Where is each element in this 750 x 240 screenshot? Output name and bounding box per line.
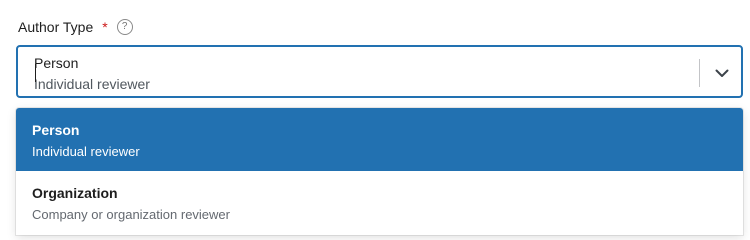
dropdown-menu: Person Individual reviewer Organization …	[16, 108, 743, 235]
dropdown-toggle-button[interactable]	[706, 55, 738, 91]
chevron-down-icon	[715, 69, 729, 77]
option-person[interactable]: Person Individual reviewer	[16, 108, 743, 171]
option-title: Organization	[32, 185, 118, 201]
option-title: Person	[32, 122, 80, 138]
indicator-separator	[699, 59, 700, 87]
author-type-label-row: Author Type * ?	[18, 17, 133, 37]
option-description: Company or organization reviewer	[32, 207, 230, 222]
text-caret	[35, 64, 36, 82]
selected-title: Person	[34, 55, 79, 71]
option-description: Individual reviewer	[32, 144, 140, 159]
required-asterisk: *	[102, 19, 108, 35]
option-organization[interactable]: Organization Company or organization rev…	[16, 171, 743, 235]
author-type-select[interactable]: Person Individual reviewer	[16, 45, 743, 98]
select-current-value: Person Individual reviewer	[34, 55, 150, 92]
question-circle-icon[interactable]: ?	[116, 19, 133, 35]
selected-description: Individual reviewer	[34, 76, 150, 92]
field-label: Author Type	[18, 19, 94, 35]
